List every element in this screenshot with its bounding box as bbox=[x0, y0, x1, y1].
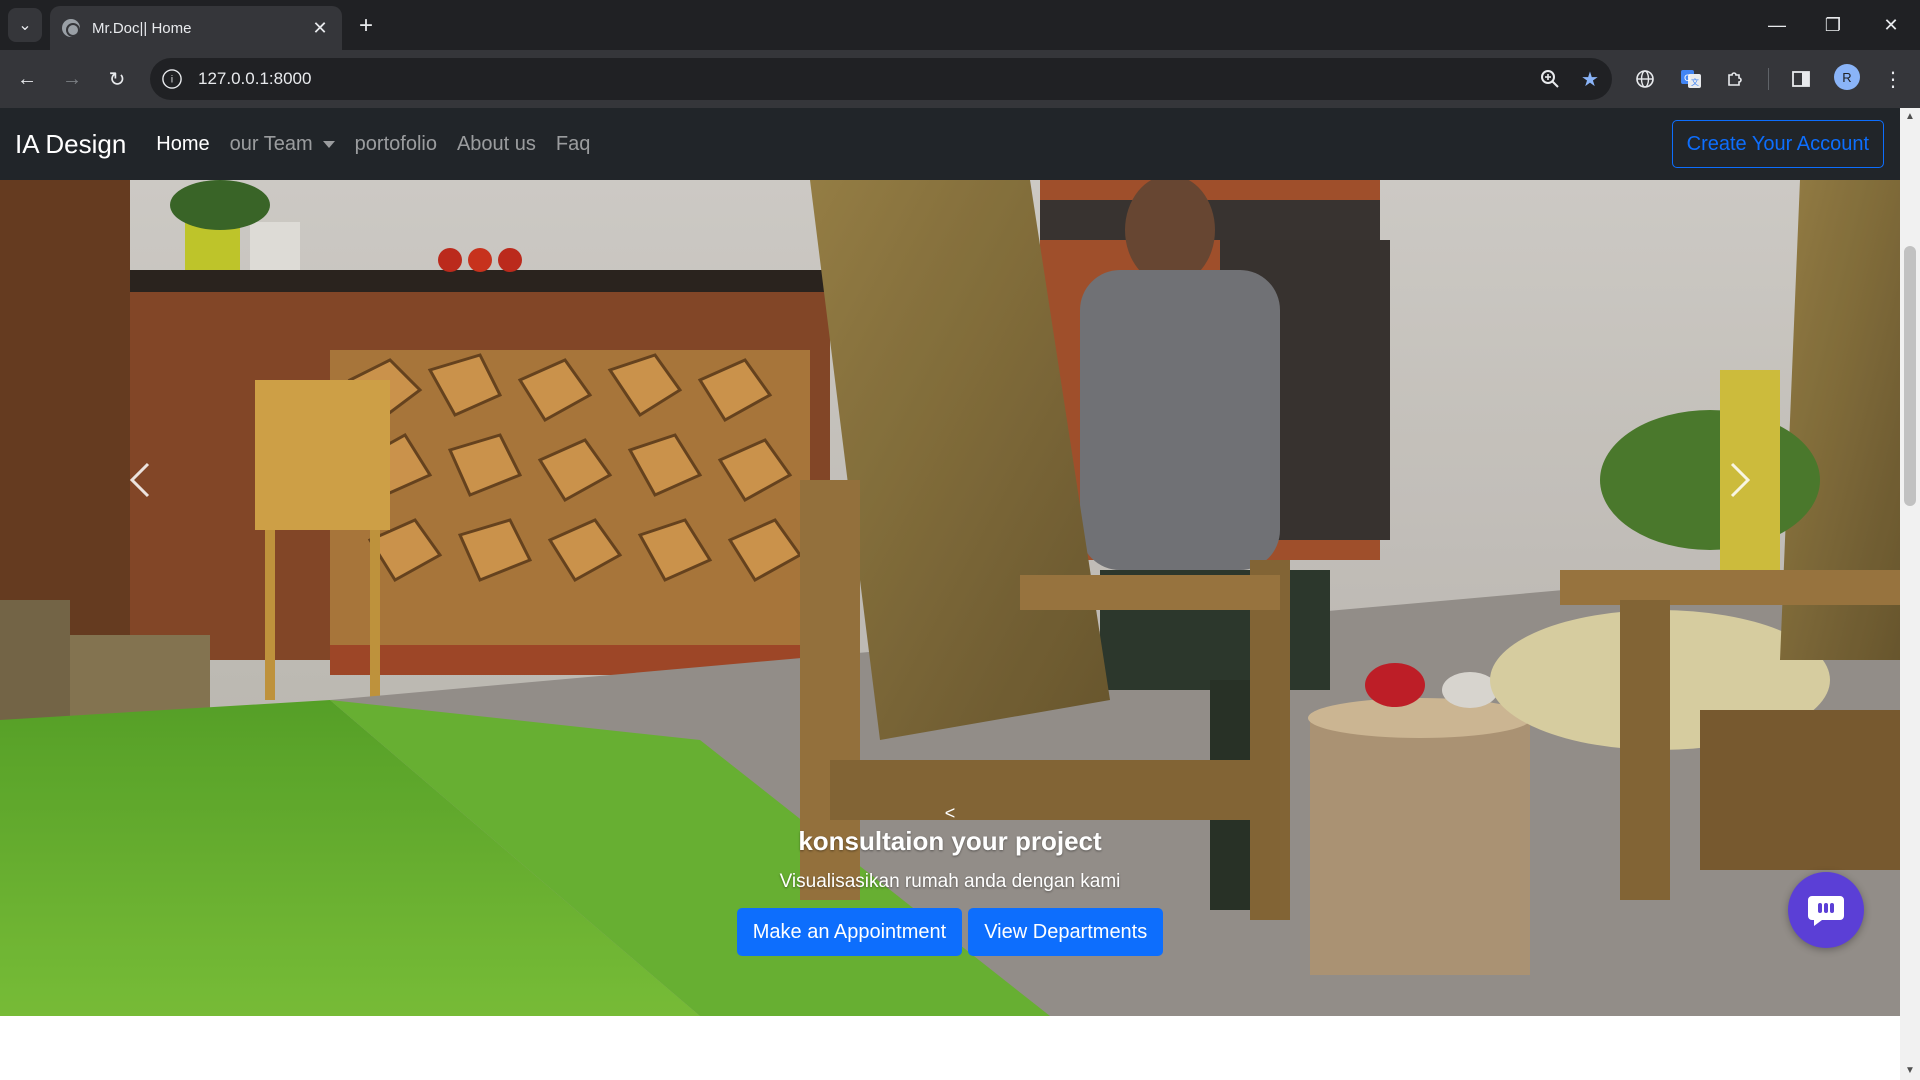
create-account-button[interactable]: Create Your Account bbox=[1671, 120, 1884, 168]
nav-link-label: About us bbox=[456, 132, 536, 155]
translate-icon[interactable]: G文 bbox=[1674, 62, 1708, 96]
scroll-thumb[interactable] bbox=[1904, 246, 1916, 506]
site-navbar: IA Design Home our Team portofolio About… bbox=[0, 108, 1900, 180]
nav-link-about[interactable]: About us bbox=[457, 133, 536, 156]
reload-icon: ↻ bbox=[108, 68, 126, 91]
menu-kebab-icon[interactable]: ⋮ bbox=[1876, 62, 1910, 96]
browser-tabstrip: ⌄ Mr.Doc|| Home ✕ + — ❐ ✕ bbox=[0, 0, 1920, 50]
toolbar-divider bbox=[1768, 68, 1769, 90]
tab-title: Mr.Doc|| Home bbox=[92, 19, 192, 37]
tab-search-button[interactable]: ⌄ bbox=[8, 8, 42, 42]
hero-button-group: Make an Appointment View Departments bbox=[0, 908, 1900, 956]
chevron-right-icon bbox=[1730, 462, 1751, 498]
arrow-right-icon: → bbox=[62, 67, 82, 90]
nav-link-our-team[interactable]: our Team bbox=[230, 133, 335, 156]
make-appointment-button[interactable]: Make an Appointment bbox=[736, 908, 963, 956]
bookmark-star-icon[interactable]: ★ bbox=[1572, 61, 1608, 97]
hero-carousel: < konsultaion your project Visualisasika… bbox=[0, 180, 1900, 1016]
scroll-down-icon[interactable]: ▼ bbox=[1905, 1066, 1915, 1076]
chevron-left-icon bbox=[129, 462, 150, 498]
hero-subtitle: Visualisasikan rumah anda dengan kami bbox=[779, 871, 1121, 892]
svg-text:文: 文 bbox=[1691, 77, 1699, 87]
window-close-button[interactable]: ✕ bbox=[1868, 8, 1914, 42]
new-tab-button[interactable]: + bbox=[352, 12, 380, 40]
close-icon[interactable]: ✕ bbox=[310, 18, 330, 38]
nav-link-label: Home bbox=[156, 132, 210, 155]
globe-icon bbox=[62, 19, 80, 37]
caption-prev-marker: < bbox=[944, 803, 956, 823]
avatar[interactable]: R bbox=[1834, 64, 1860, 90]
nav-link-faq[interactable]: Faq bbox=[556, 133, 590, 156]
restore-button[interactable]: ❐ bbox=[1810, 8, 1856, 42]
extensions-icon[interactable] bbox=[1718, 62, 1752, 96]
url-text[interactable]: 127.0.0.1:8000 bbox=[198, 69, 1532, 89]
chat-button[interactable] bbox=[1788, 872, 1864, 948]
zoom-icon[interactable] bbox=[1532, 61, 1568, 97]
globe-extension-icon[interactable] bbox=[1628, 62, 1662, 96]
reload-button[interactable]: ↻ bbox=[100, 62, 134, 96]
nav-link-home[interactable]: Home bbox=[156, 133, 209, 156]
caret-down-icon bbox=[322, 140, 335, 148]
hero-title: konsultaion your project bbox=[798, 826, 1102, 856]
nav-link-label: Faq bbox=[555, 132, 591, 155]
scroll-up-icon[interactable]: ▲ bbox=[1905, 112, 1915, 122]
page-scrollbar[interactable]: ▲ ▼ bbox=[1900, 108, 1920, 1080]
minimize-button[interactable]: — bbox=[1754, 8, 1800, 42]
arrow-left-icon: ← bbox=[17, 67, 37, 90]
plus-icon: + bbox=[358, 12, 373, 39]
profile-initial: R bbox=[1842, 69, 1852, 85]
browser-toolbar: ← → ↻ i 127.0.0.1:8000 ★ G文 ⋮ bbox=[0, 50, 1920, 108]
forward-button[interactable]: → bbox=[55, 62, 89, 96]
page-viewport: IA Design Home our Team portofolio About… bbox=[0, 108, 1900, 1080]
carousel-prev-button[interactable] bbox=[120, 450, 160, 510]
back-button[interactable]: ← bbox=[10, 62, 44, 96]
address-bar[interactable]: i 127.0.0.1:8000 ★ bbox=[150, 58, 1612, 100]
chevron-down-icon: ⌄ bbox=[18, 17, 32, 34]
info-icon[interactable]: i bbox=[162, 69, 182, 89]
brand-logo[interactable]: IA Design bbox=[15, 129, 126, 160]
browser-tab[interactable]: Mr.Doc|| Home ✕ bbox=[50, 6, 342, 50]
side-panel-icon[interactable] bbox=[1784, 62, 1818, 96]
carousel-next-button[interactable] bbox=[1720, 450, 1760, 510]
nav-link-portfolio[interactable]: portofolio bbox=[355, 133, 437, 156]
svg-text:G: G bbox=[1684, 74, 1691, 84]
nav-link-label: portofolio bbox=[354, 132, 437, 155]
nav-link-label: our Team bbox=[229, 132, 313, 155]
chat-bubble-icon bbox=[1808, 896, 1844, 926]
view-departments-button[interactable]: View Departments bbox=[968, 908, 1164, 956]
